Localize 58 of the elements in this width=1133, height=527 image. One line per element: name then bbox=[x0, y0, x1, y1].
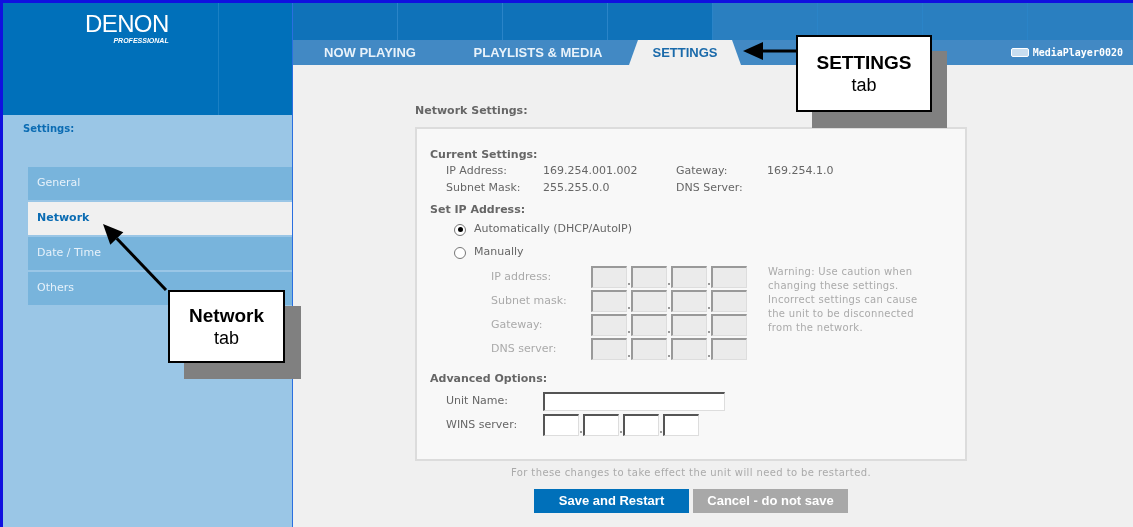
dot-separator bbox=[628, 307, 630, 309]
field-label: DNS server: bbox=[491, 340, 558, 357]
warning-text: Warning: Use caution when changing these settings. Incorrect settings can cause the unit to be disconnected from the network. bbox=[768, 265, 919, 335]
field-value: 169.254.1.0 bbox=[767, 163, 835, 179]
radio-button[interactable] bbox=[454, 246, 466, 259]
ip-octet-field[interactable] bbox=[543, 414, 579, 436]
field-label: IP address: bbox=[491, 268, 553, 285]
dot-separator bbox=[708, 283, 710, 285]
radio-button[interactable] bbox=[454, 223, 466, 236]
field-label: DNS Server: bbox=[676, 180, 744, 196]
section-title: Network Settings: bbox=[415, 103, 529, 119]
radio-label: Manually bbox=[474, 244, 524, 261]
nav-tab[interactable]: PLAYLISTS & MEDIA bbox=[447, 40, 629, 65]
device-icon bbox=[1010, 48, 1029, 57]
group-heading: Advanced Options: bbox=[430, 371, 549, 386]
dot-separator bbox=[668, 283, 670, 285]
field-label: Subnet Mask: bbox=[446, 180, 522, 196]
sidebar-tab[interactable]: Date / Time bbox=[28, 237, 292, 270]
ip-octet-field[interactable] bbox=[663, 414, 699, 436]
sidebar-tab[interactable]: Network bbox=[28, 202, 292, 235]
callout-title: SETTINGS bbox=[816, 51, 912, 74]
dot-separator bbox=[668, 331, 670, 333]
sidebar-tab[interactable]: General bbox=[28, 167, 292, 200]
dot-separator bbox=[660, 431, 662, 433]
callout-title: Network bbox=[189, 304, 264, 327]
field-label: Gateway: bbox=[676, 163, 729, 179]
dot-separator bbox=[628, 355, 630, 357]
nav-tab[interactable]: NOW PLAYING bbox=[293, 40, 447, 65]
restart-note: For these changes to take effect the unit will need to be restarted. bbox=[509, 466, 872, 480]
cancel-button[interactable]: Cancel - do not save bbox=[693, 489, 848, 513]
callout-caption: tab bbox=[214, 326, 239, 349]
callout-caption: tab bbox=[851, 73, 877, 96]
field-label: Unit Name: bbox=[446, 392, 510, 409]
nav-tab[interactable]: SETTINGS bbox=[629, 40, 741, 65]
ip-octet-field[interactable] bbox=[623, 414, 659, 436]
dot-separator bbox=[668, 307, 670, 309]
dot-separator bbox=[708, 331, 710, 333]
save-button[interactable]: Save and Restart bbox=[534, 489, 689, 513]
ip-octet-field[interactable] bbox=[583, 414, 619, 436]
field-value: 169.254.001.002 bbox=[543, 163, 639, 179]
dot-separator bbox=[668, 355, 670, 357]
field-label: WINS server: bbox=[446, 416, 519, 433]
dot-separator bbox=[708, 307, 710, 309]
group-heading: Set IP Address: bbox=[430, 202, 527, 217]
field-label: IP Address: bbox=[446, 163, 508, 179]
dot-separator bbox=[580, 431, 582, 433]
dot-separator bbox=[628, 331, 630, 333]
dot-separator bbox=[620, 431, 622, 433]
field-label: Gateway: bbox=[491, 316, 544, 333]
device-name: MediaPlayer0020 bbox=[1032, 46, 1123, 60]
group-heading: Current Settings: bbox=[430, 147, 539, 162]
radio-label: Automatically (DHCP/AutoIP) bbox=[474, 221, 633, 238]
sidebar-heading: Settings: bbox=[22, 122, 76, 136]
unit-name-field[interactable] bbox=[543, 391, 725, 411]
dot-separator bbox=[628, 283, 630, 285]
field-value: 255.255.0.0 bbox=[543, 180, 611, 196]
dot-separator bbox=[708, 355, 710, 357]
field-label: Subnet mask: bbox=[491, 292, 568, 309]
